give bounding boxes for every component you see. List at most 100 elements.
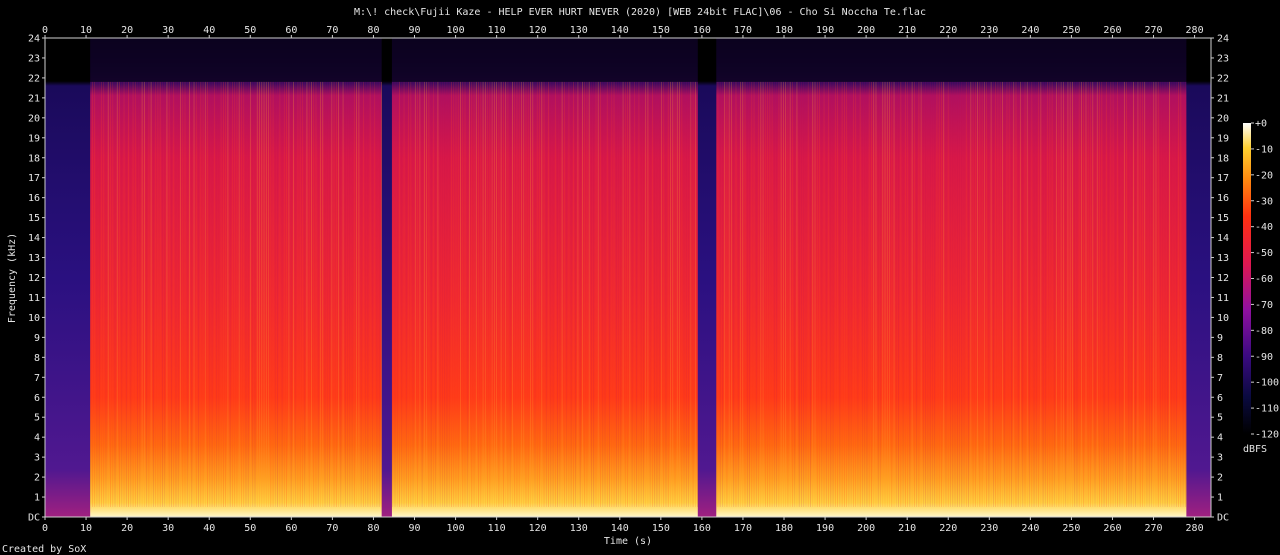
colorbar-ticks: +0 -10 -20 -30 -40 -50 -60 -70 -80 -90 -100 -110 -12… xyxy=(1251,119,1279,441)
x-tick-label: 150 xyxy=(652,25,670,36)
x-tick-label: 120 xyxy=(529,523,547,534)
y-tick-label: 16 xyxy=(28,193,40,204)
colorbar-tick-label: -100 xyxy=(1255,378,1279,389)
colorbar-tick-label: -50 xyxy=(1255,248,1273,259)
y-tick-label: 21 xyxy=(1217,93,1229,104)
x-tick-label: 160 xyxy=(693,25,711,36)
x-tick-label: 180 xyxy=(775,523,793,534)
x-tick-label: 10 xyxy=(80,523,92,534)
colorbar-tick-label: -110 xyxy=(1255,404,1279,415)
footer-credit: Created by SoX xyxy=(2,544,86,555)
y-tick-label: 17 xyxy=(28,173,40,184)
y-tick-label: 9 xyxy=(1217,333,1223,344)
x-tick-label: 130 xyxy=(570,523,588,534)
y-tick-label: 18 xyxy=(28,153,40,164)
y-tick-label: 2 xyxy=(34,473,40,484)
x-tick-label: 260 xyxy=(1103,25,1121,36)
x-tick-label: 270 xyxy=(1144,523,1162,534)
y-tick-label: 22 xyxy=(28,73,40,84)
y-tick-label: 1 xyxy=(34,493,40,504)
spectrogram-chart: M:\! check\Fujii Kaze - HELP EVER HURT N… xyxy=(2,7,1279,555)
x-tick-label: 230 xyxy=(980,25,998,36)
x-tick-label: 30 xyxy=(162,523,174,534)
x-axis-bottom: 0 10 20 30 40 50 60 70 80 90 100 110 120 130 140 150 160… xyxy=(42,517,1204,534)
x-axis-top: 0 10 20 30 40 50 60 70 80 90 100 110 120 130 140 150 160… xyxy=(42,25,1204,38)
y-tick-label: 19 xyxy=(1217,133,1229,144)
colorbar-tick-label: -10 xyxy=(1255,144,1273,155)
x-tick-label: 100 xyxy=(447,25,465,36)
x-tick-label: 40 xyxy=(203,523,215,534)
colorbar-scale xyxy=(1243,123,1251,434)
cutoff-band xyxy=(45,38,1211,82)
y-tick-label: 20 xyxy=(28,113,40,124)
x-tick-label: 110 xyxy=(488,523,506,534)
colorbar: +0 -10 -20 -30 -40 -50 -60 -70 -80 -90 -100 -110 -12… xyxy=(1243,119,1279,456)
y-tick-label: 4 xyxy=(1217,433,1223,444)
x-tick-label: 0 xyxy=(42,523,48,534)
y-tick-label: 12 xyxy=(1217,273,1229,284)
y-tick-label: 2 xyxy=(1217,473,1223,484)
y-tick-label: 5 xyxy=(34,413,40,424)
x-tick-label: 10 xyxy=(80,25,92,36)
y-tick-label: 13 xyxy=(1217,253,1229,264)
y-tick-label: 21 xyxy=(28,93,40,104)
quiet-segment xyxy=(381,38,392,517)
x-tick-label: 210 xyxy=(898,25,916,36)
y-axis-label: Frequency (kHz) xyxy=(7,233,18,323)
quiet-segment xyxy=(45,38,91,517)
x-tick-label: 60 xyxy=(285,25,297,36)
y-tick-label: 24 xyxy=(1217,34,1229,45)
x-tick-label: 100 xyxy=(447,523,465,534)
colorbar-tick-label: -80 xyxy=(1255,326,1273,337)
y-tick-label: 7 xyxy=(1217,373,1223,384)
x-tick-label: 220 xyxy=(939,25,957,36)
y-tick-label: 22 xyxy=(1217,73,1229,84)
x-tick-label: 230 xyxy=(980,523,998,534)
x-tick-label: 70 xyxy=(326,25,338,36)
y-tick-label: 15 xyxy=(28,213,40,224)
y-tick-label: 8 xyxy=(34,353,40,364)
x-tick-label: 130 xyxy=(570,25,588,36)
x-tick-label: 0 xyxy=(42,25,48,36)
x-axis-label: Time (s) xyxy=(604,536,652,547)
y-tick-label: 1 xyxy=(1217,493,1223,504)
x-tick-label: 110 xyxy=(488,25,506,36)
x-tick-label: 220 xyxy=(939,523,957,534)
x-tick-label: 30 xyxy=(162,25,174,36)
y-tick-label: 9 xyxy=(34,333,40,344)
colorbar-tick-label: -60 xyxy=(1255,274,1273,285)
y-tick-label: 6 xyxy=(1217,393,1223,404)
x-tick-label: 170 xyxy=(734,523,752,534)
quiet-segment xyxy=(1186,38,1211,517)
y-axis-right: DC12345678910111213141516171819202122232… xyxy=(1211,34,1229,524)
x-tick-label: 250 xyxy=(1062,25,1080,36)
x-tick-label: 200 xyxy=(857,523,875,534)
plot-area xyxy=(44,37,1212,518)
x-tick-label: 200 xyxy=(857,25,875,36)
x-tick-label: 140 xyxy=(611,25,629,36)
y-tick-label: 23 xyxy=(28,53,40,64)
y-tick-label: 14 xyxy=(1217,233,1229,244)
x-tick-label: 60 xyxy=(285,523,297,534)
y-tick-label: 5 xyxy=(1217,413,1223,424)
x-tick-label: 120 xyxy=(529,25,547,36)
y-tick-label: 3 xyxy=(1217,453,1223,464)
y-tick-label: 10 xyxy=(1217,313,1229,324)
colorbar-tick-label: +0 xyxy=(1255,119,1267,130)
colorbar-tick-label: -40 xyxy=(1255,222,1273,233)
y-tick-label: 10 xyxy=(28,313,40,324)
colorbar-tick-label: -70 xyxy=(1255,300,1273,311)
y-tick-label: 20 xyxy=(1217,113,1229,124)
x-tick-label: 90 xyxy=(408,25,420,36)
colorbar-tick-label: -120 xyxy=(1255,430,1279,441)
y-axis-left: DC12345678910111213141516171819202122232… xyxy=(28,34,45,524)
y-tick-label: 3 xyxy=(34,453,40,464)
x-tick-label: 270 xyxy=(1144,25,1162,36)
y-tick-label: 16 xyxy=(1217,193,1229,204)
x-tick-label: 180 xyxy=(775,25,793,36)
x-tick-label: 280 xyxy=(1186,25,1204,36)
y-tick-label: 24 xyxy=(28,34,40,45)
x-tick-label: 70 xyxy=(326,523,338,534)
x-tick-label: 80 xyxy=(367,25,379,36)
x-tick-label: 50 xyxy=(244,25,256,36)
